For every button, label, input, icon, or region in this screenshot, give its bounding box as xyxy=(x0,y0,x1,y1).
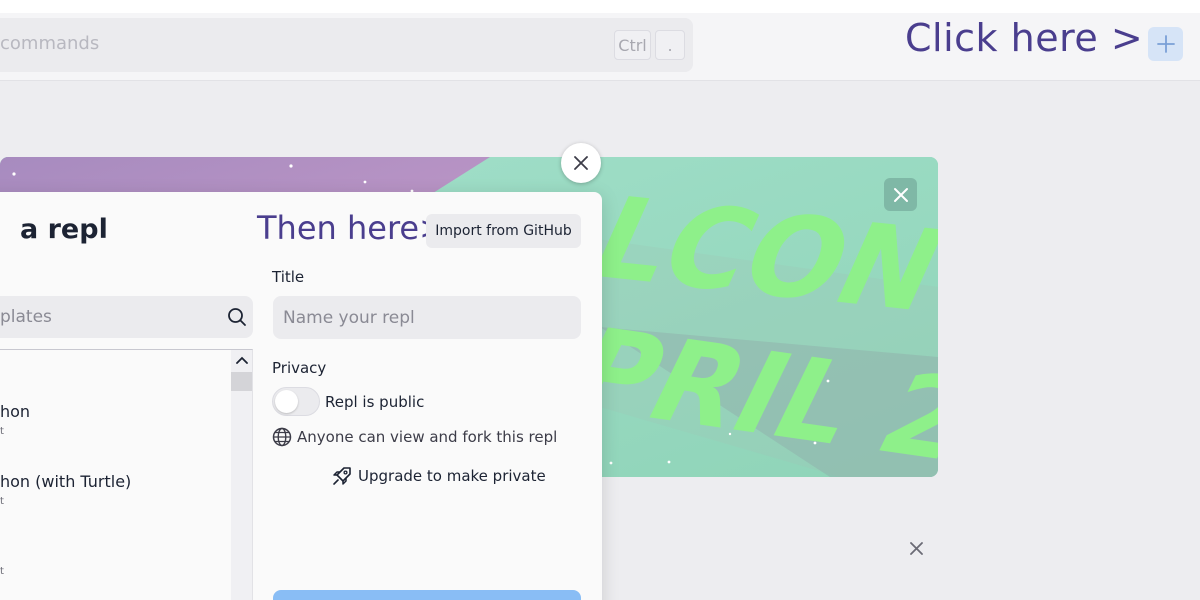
command-search-bar[interactable]: commands Ctrl . xyxy=(0,18,693,72)
privacy-label: Privacy xyxy=(272,359,327,377)
dot-key-hint: . xyxy=(655,30,685,60)
top-strip xyxy=(0,0,1200,13)
scrollbar-thumb[interactable] xyxy=(231,372,252,391)
rocket-icon xyxy=(333,467,351,485)
template-item-name[interactable]: hon xyxy=(0,402,30,421)
modal-close-button[interactable] xyxy=(561,143,601,183)
template-item-sub: t xyxy=(0,496,4,507)
then-here-annotation: Then here> xyxy=(257,209,446,247)
import-from-github-button[interactable]: Import from GitHub xyxy=(426,214,581,248)
create-repl-button[interactable] xyxy=(273,590,581,600)
close-icon xyxy=(893,187,908,202)
privacy-toggle-label: Repl is public xyxy=(325,393,425,411)
template-item-name[interactable]: hon (with Turtle) xyxy=(0,472,131,491)
template-item-sub: t xyxy=(0,426,4,437)
repl-title-input[interactable]: Name your repl xyxy=(273,296,581,339)
dismiss-button[interactable] xyxy=(906,538,926,558)
template-list: hon t hon (with Turtle) t t xyxy=(0,349,253,600)
command-search-placeholder: commands xyxy=(0,33,100,54)
template-item-sub: t xyxy=(0,566,4,577)
click-here-annotation: Click here > xyxy=(905,16,1144,60)
upgrade-label: Upgrade to make private xyxy=(358,467,546,485)
search-icon[interactable] xyxy=(227,307,247,327)
upgrade-link[interactable]: Upgrade to make private xyxy=(332,466,546,486)
repl-title-placeholder: Name your repl xyxy=(283,308,415,328)
toggle-knob xyxy=(275,390,298,413)
ctrl-key-hint: Ctrl xyxy=(614,30,651,60)
privacy-toggle[interactable] xyxy=(272,387,320,416)
scroll-up-button[interactable] xyxy=(231,350,252,370)
banner-close-button[interactable] xyxy=(884,178,917,211)
chevron-up-icon xyxy=(235,356,248,364)
close-icon xyxy=(909,541,923,555)
globe-icon xyxy=(272,427,292,447)
template-search-placeholder: plates xyxy=(0,307,52,327)
close-icon xyxy=(574,156,588,170)
title-label: Title xyxy=(272,268,305,286)
template-search-input[interactable]: plates xyxy=(0,296,253,338)
template-list-scrollbar[interactable] xyxy=(231,350,252,600)
public-note: Anyone can view and fork this repl xyxy=(297,428,558,446)
modal-title: a repl xyxy=(20,214,108,245)
create-repl-plus-button[interactable] xyxy=(1148,27,1183,61)
plus-icon xyxy=(1156,35,1175,53)
